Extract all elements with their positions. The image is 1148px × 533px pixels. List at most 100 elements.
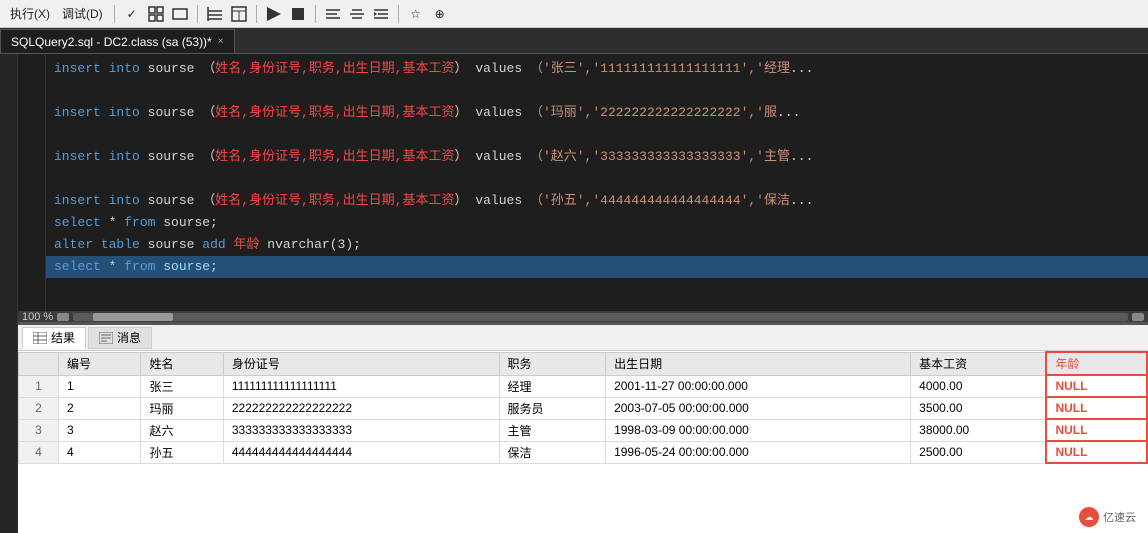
code-line-7-selected: select * from sourse; <box>46 256 1148 278</box>
layout-icon-1[interactable] <box>146 4 166 24</box>
left-sidebar <box>0 54 18 533</box>
code-line-blank-1 <box>46 80 1148 102</box>
table-header-row: 编号 姓名 身份证号 职务 出生日期 基本工资 年龄 <box>19 352 1148 375</box>
code-line-5: select * from sourse; <box>46 212 1148 234</box>
code-line-blank-2 <box>46 124 1148 146</box>
cell-id-4: 4 <box>59 441 141 463</box>
cell-idcard-4: 444444444444444444 <box>223 441 499 463</box>
col-id: 编号 <box>59 352 141 375</box>
table-row: 4 4 孙五 444444444444444444 保洁 1996-05-24 … <box>19 441 1148 463</box>
toolbar: 执行(X) 调试(D) ✓ ☆ ⊕ <box>0 0 1148 28</box>
code-content[interactable]: insert into sourse （姓名,身份证号,职务,出生日期,基本工资… <box>46 54 1148 311</box>
col-name: 姓名 <box>141 352 223 375</box>
cell-salary-1: 4000.00 <box>911 375 1047 397</box>
code-editor[interactable]: insert into sourse （姓名,身份证号,职务,出生日期,基本工资… <box>18 54 1148 533</box>
cell-salary-3: 38000.00 <box>911 419 1047 441</box>
table-row: 3 3 赵六 333333333333333333 主管 1998-03-09 … <box>19 419 1148 441</box>
col-birthday: 出生日期 <box>606 352 911 375</box>
cell-id-3: 3 <box>59 419 141 441</box>
msg-icon <box>99 332 113 344</box>
cell-age-3: NULL <box>1046 419 1147 441</box>
cell-birthday-3: 1998-03-09 00:00:00.000 <box>606 419 911 441</box>
line-numbers <box>18 54 46 311</box>
cell-birthday-2: 2003-07-05 00:00:00.000 <box>606 397 911 419</box>
cell-id-2: 2 <box>59 397 141 419</box>
horizontal-scrollbar[interactable]: 100 % <box>18 311 1148 323</box>
cell-rownum-1: 1 <box>19 375 59 397</box>
col-idcard: 身份证号 <box>223 352 499 375</box>
col-rownum <box>19 352 59 375</box>
execute-menu[interactable]: 执行(X) <box>6 3 54 24</box>
result-tab-messages[interactable]: 消息 <box>88 327 152 349</box>
zoom-level: 100 % <box>22 311 53 323</box>
table-row: 1 1 张三 111111111111111111 经理 2001-11-27 … <box>19 375 1148 397</box>
tab-close-button[interactable]: × <box>218 36 224 47</box>
sql-query-tab[interactable]: SQLQuery2.sql - DC2.class (sa (53))* × <box>0 29 235 53</box>
code-line-2: insert into sourse （姓名,身份证号,职务,出生日期,基本工资… <box>46 102 1148 124</box>
cell-idcard-2: 222222222222222222 <box>223 397 499 419</box>
col-salary: 基本工资 <box>911 352 1047 375</box>
code-line-1: insert into sourse （姓名,身份证号,职务,出生日期,基本工资… <box>46 58 1148 80</box>
cell-idcard-3: 333333333333333333 <box>223 419 499 441</box>
table-icon[interactable] <box>229 4 249 24</box>
cell-birthday-4: 1996-05-24 00:00:00.000 <box>606 441 911 463</box>
separator-2 <box>197 5 198 23</box>
result-table: 编号 姓名 身份证号 职务 出生日期 基本工资 年龄 <box>18 351 1148 464</box>
cell-age-1: NULL <box>1046 375 1147 397</box>
cell-job-2: 服务员 <box>499 397 606 419</box>
msg-tab-label: 消息 <box>117 329 141 346</box>
cell-name-4: 孙五 <box>141 441 223 463</box>
separator-3 <box>256 5 257 23</box>
scroll-right-btn[interactable] <box>1132 313 1144 321</box>
cell-name-3: 赵六 <box>141 419 223 441</box>
cell-id-1: 1 <box>59 375 141 397</box>
cell-name-2: 玛丽 <box>141 397 223 419</box>
cell-job-3: 主管 <box>499 419 606 441</box>
separator-5 <box>398 5 399 23</box>
cell-birthday-1: 2001-11-27 00:00:00.000 <box>606 375 911 397</box>
cell-rownum-3: 3 <box>19 419 59 441</box>
align-left-icon[interactable] <box>323 4 343 24</box>
table-row: 2 2 玛丽 222222222222222222 服务员 2003-07-05… <box>19 397 1148 419</box>
indent-icon[interactable] <box>371 4 391 24</box>
grid-result-icon <box>33 332 47 344</box>
cell-job-4: 保洁 <box>499 441 606 463</box>
plus-icon[interactable]: ⊕ <box>430 4 450 24</box>
cell-salary-4: 2500.00 <box>911 441 1047 463</box>
code-line-3: insert into sourse （姓名,身份证号,职务,出生日期,基本工资… <box>46 146 1148 168</box>
separator-4 <box>315 5 316 23</box>
col-job: 职务 <box>499 352 606 375</box>
result-tab-label: 结果 <box>51 329 75 346</box>
debug-menu[interactable]: 调试(D) <box>58 3 107 24</box>
grid-icon[interactable] <box>205 4 225 24</box>
cell-rownum-4: 4 <box>19 441 59 463</box>
stop-icon[interactable] <box>288 4 308 24</box>
cell-rownum-2: 2 <box>19 397 59 419</box>
cell-idcard-1: 111111111111111111 <box>223 375 499 397</box>
results-panel: 结果 消息 编号 <box>18 323 1148 533</box>
watermark: ☁ 亿速云 <box>1079 507 1136 527</box>
check-icon[interactable]: ✓ <box>122 4 142 24</box>
code-line-blank-3 <box>46 168 1148 190</box>
layout-icon-2[interactable] <box>170 4 190 24</box>
code-line-4: insert into sourse （姓名,身份证号,职务,出生日期,基本工资… <box>46 190 1148 212</box>
scroll-left-btn[interactable] <box>57 313 69 321</box>
main-area: insert into sourse （姓名,身份证号,职务,出生日期,基本工资… <box>0 54 1148 533</box>
watermark-icon: ☁ <box>1079 507 1099 527</box>
tab-bar: SQLQuery2.sql - DC2.class (sa (53))* × <box>0 28 1148 54</box>
cell-salary-2: 3500.00 <box>911 397 1047 419</box>
col-age: 年龄 <box>1046 352 1147 375</box>
cell-age-2: NULL <box>1046 397 1147 419</box>
code-line-6: alter table sourse add 年龄 nvarchar(3); <box>46 234 1148 256</box>
run-icon[interactable] <box>264 4 284 24</box>
star-icon[interactable]: ☆ <box>406 4 426 24</box>
cell-age-4: NULL <box>1046 441 1147 463</box>
cell-job-1: 经理 <box>499 375 606 397</box>
cell-name-1: 张三 <box>141 375 223 397</box>
format-icon[interactable] <box>347 4 367 24</box>
result-tab-results[interactable]: 结果 <box>22 327 86 349</box>
result-table-container[interactable]: 编号 姓名 身份证号 职务 出生日期 基本工资 年龄 <box>18 351 1148 533</box>
scroll-track-h[interactable] <box>73 313 1128 321</box>
tab-label: SQLQuery2.sql - DC2.class (sa (53))* <box>11 35 212 49</box>
result-tabs: 结果 消息 <box>18 325 1148 351</box>
